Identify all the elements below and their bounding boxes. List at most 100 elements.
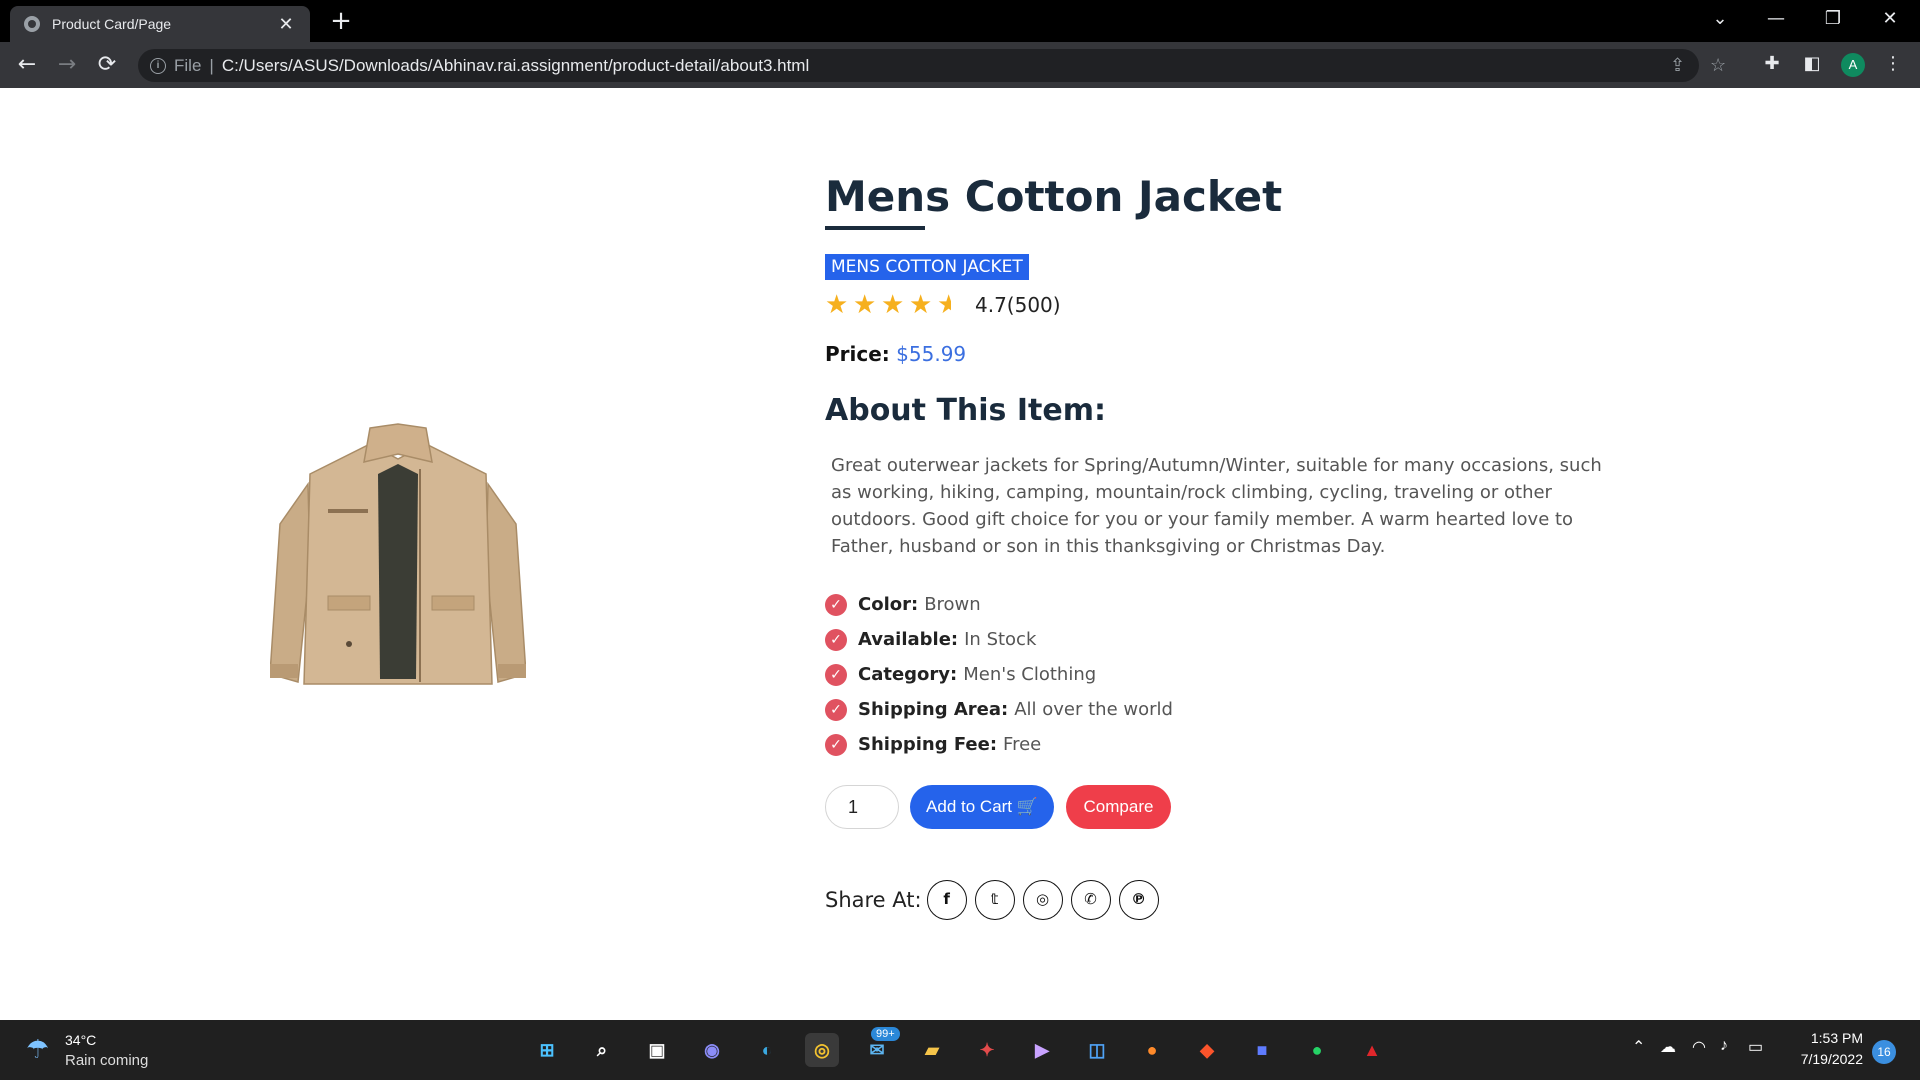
- browser-tab[interactable]: Product Card/Page ✕: [10, 6, 310, 42]
- weather-description[interactable]: Rain coming: [65, 1052, 148, 1069]
- price: Price: $55.99: [825, 342, 966, 366]
- spec-value: All over the world: [1014, 699, 1173, 720]
- browser-tab-strip: Product Card/Page ✕ + ⌄ — ❐ ✕: [0, 0, 1920, 42]
- file-explorer-icon[interactable]: ▰: [915, 1033, 949, 1067]
- onedrive-icon[interactable]: ☁: [1660, 1037, 1676, 1057]
- spec-available: ✓ Available: In Stock: [825, 622, 1173, 657]
- side-panel-icon[interactable]: ◧: [1800, 53, 1824, 74]
- facebook-icon[interactable]: f: [926, 880, 967, 920]
- acrobat-icon[interactable]: ▲: [1355, 1033, 1389, 1067]
- product-name-badge: MENS COTTON JACKET: [825, 254, 1029, 280]
- spec-label: Shipping Fee:: [858, 734, 998, 755]
- menu-icon[interactable]: ⋮: [1881, 53, 1905, 74]
- info-icon[interactable]: i: [150, 57, 166, 74]
- spec-category: ✓ Category: Men's Clothing: [825, 657, 1173, 692]
- whatsapp-app-icon[interactable]: ●: [1300, 1033, 1334, 1067]
- clock-time[interactable]: 1:53 PM: [1808, 1030, 1863, 1046]
- spec-label: Shipping Area:: [858, 699, 1009, 720]
- check-icon: ✓: [825, 593, 847, 616]
- brave-icon[interactable]: ◆: [1190, 1033, 1224, 1067]
- share-page-icon[interactable]: ⇪: [1670, 55, 1685, 76]
- battery-icon[interactable]: ▭: [1748, 1037, 1763, 1057]
- mail-badge: 99+: [871, 1027, 900, 1041]
- reload-button[interactable]: ⟳: [92, 50, 122, 80]
- title-underline: [825, 226, 925, 230]
- new-tab-button[interactable]: +: [326, 6, 356, 36]
- check-icon: ✓: [825, 663, 847, 686]
- cart-icon: 🛒: [1016, 797, 1038, 816]
- tab-title: Product Card/Page: [52, 16, 172, 32]
- spec-value: Free: [1003, 734, 1042, 755]
- price-label: Price:: [825, 342, 890, 366]
- price-value: $55.99: [896, 342, 967, 366]
- clock-date[interactable]: 7/19/2022: [1793, 1051, 1863, 1067]
- firefox-icon[interactable]: ●: [1135, 1033, 1169, 1067]
- volume-icon[interactable]: ♪: [1720, 1037, 1728, 1055]
- notification-badge[interactable]: 16: [1872, 1040, 1896, 1064]
- umbrella-rain-icon[interactable]: ☂: [26, 1034, 49, 1065]
- spec-label: Category:: [858, 664, 958, 685]
- chat-icon[interactable]: ◉: [695, 1033, 729, 1067]
- close-window-button[interactable]: ✕: [1870, 4, 1910, 34]
- spec-label: Available:: [858, 629, 959, 650]
- pinterest-icon[interactable]: ℗: [1118, 880, 1159, 920]
- share-label: Share At:: [825, 888, 922, 912]
- about-title: About This Item:: [825, 393, 1106, 428]
- url-separator: |: [209, 55, 214, 75]
- chevron-up-icon[interactable]: ⌃: [1632, 1037, 1645, 1057]
- instagram-icon[interactable]: ◎: [1022, 880, 1063, 920]
- half-star-icon: ★: [937, 292, 965, 318]
- spec-value: Brown: [924, 594, 981, 615]
- start-icon[interactable]: ⊞: [530, 1033, 564, 1067]
- spec-shipping-fee: ✓ Shipping Fee: Free: [825, 727, 1173, 762]
- whatsapp-icon[interactable]: ✆: [1070, 880, 1111, 920]
- store-icon[interactable]: ◫: [1080, 1033, 1114, 1067]
- globe-icon: [24, 16, 40, 32]
- check-icon: ✓: [825, 733, 847, 756]
- rating-stars: ★ ★ ★ ★ ★ 4.7(500): [825, 292, 1061, 318]
- tab-search-button[interactable]: ⌄: [1700, 4, 1740, 34]
- back-button[interactable]: ←: [12, 50, 42, 80]
- edge-icon[interactable]: ◐: [750, 1033, 784, 1067]
- spec-value: In Stock: [964, 629, 1037, 650]
- spec-color: ✓ Color: Brown: [825, 587, 1173, 622]
- add-to-cart-button[interactable]: Add to Cart 🛒: [910, 785, 1054, 829]
- gift-icon[interactable]: ✦: [970, 1033, 1004, 1067]
- task-view-icon[interactable]: ▣: [640, 1033, 674, 1067]
- spec-list: ✓ Color: Brown ✓ Available: In Stock ✓ C…: [825, 587, 1173, 762]
- product-title: Mens Cotton Jacket: [825, 172, 1283, 221]
- rating-value: 4.7(500): [975, 293, 1061, 317]
- minimize-button[interactable]: —: [1756, 4, 1796, 34]
- star-icon: ★: [853, 290, 877, 320]
- star-icon: ★: [881, 290, 905, 320]
- spec-shipping-area: ✓ Shipping Area: All over the world: [825, 692, 1173, 727]
- search-icon[interactable]: ⌕: [585, 1033, 619, 1067]
- quantity-input[interactable]: 1: [825, 785, 899, 829]
- bookmark-star-icon[interactable]: ☆: [1710, 55, 1726, 76]
- chrome-icon[interactable]: ◎: [805, 1033, 839, 1067]
- url-scheme: File: [174, 55, 202, 75]
- intellij-icon[interactable]: ■: [1245, 1033, 1279, 1067]
- restore-button[interactable]: ❐: [1813, 4, 1853, 34]
- twitter-icon[interactable]: 𝕥: [974, 880, 1015, 920]
- spec-label: Color:: [858, 594, 919, 615]
- browser-toolbar: ← → ⟳ i File | C:/Users/ASUS/Downloads/A…: [0, 42, 1920, 88]
- check-icon: ✓: [825, 628, 847, 651]
- spec-value: Men's Clothing: [963, 664, 1097, 685]
- address-bar[interactable]: i File | C:/Users/ASUS/Downloads/Abhinav…: [138, 49, 1726, 82]
- check-icon: ✓: [825, 698, 847, 721]
- wifi-icon[interactable]: ◠: [1692, 1037, 1706, 1057]
- tab-close-button[interactable]: ✕: [276, 14, 296, 35]
- media-player-icon[interactable]: ▶: [1025, 1033, 1059, 1067]
- weather-temperature[interactable]: 34°C: [65, 1032, 96, 1048]
- windows-taskbar: ☂ 34°C Rain coming ⊞ ⌕ ▣ ◉ ◐ ◎ ✉ 99+ ▰ ✦…: [0, 1020, 1920, 1080]
- add-to-cart-label: Add to Cart: [926, 797, 1013, 816]
- star-icon: ★: [825, 290, 849, 320]
- forward-button[interactable]: →: [52, 50, 82, 80]
- profile-avatar[interactable]: A: [1841, 53, 1865, 77]
- star-icon: ★: [909, 290, 933, 320]
- product-description: Great outerwear jackets for Spring/Autum…: [831, 455, 1602, 557]
- compare-button[interactable]: Compare: [1066, 785, 1171, 829]
- extensions-icon[interactable]: ✚: [1760, 53, 1784, 74]
- url-text[interactable]: C:/Users/ASUS/Downloads/Abhinav.rai.assi…: [222, 56, 809, 76]
